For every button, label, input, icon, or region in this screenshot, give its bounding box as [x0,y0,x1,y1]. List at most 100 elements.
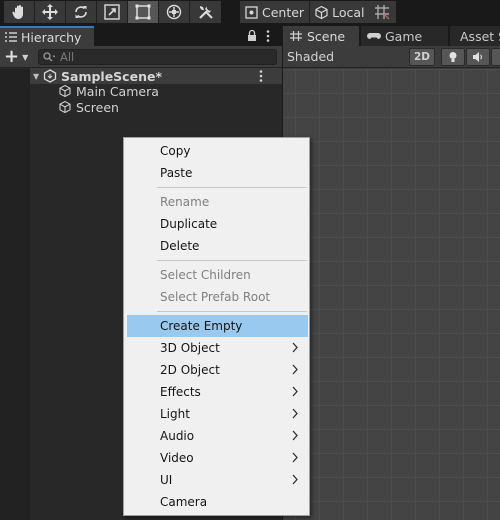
rotate-tool-button[interactable] [66,1,97,23]
draw-mode-dropdown[interactable]: Shaded [287,49,334,64]
pivot-mode-label: Center [262,4,305,20]
pivot-rotation-label: Local [332,4,365,20]
grid-snap-icon [374,5,389,20]
scene-panel: Scene Game Asset S Shaded 2D [282,25,500,520]
tools-icon [198,6,213,19]
transform-icon [166,4,182,20]
local-cube-icon [315,5,328,19]
submenu-arrow-icon [292,430,298,441]
lighting-toggle-button[interactable] [441,48,465,66]
scene-name: SampleScene* [61,68,162,84]
rotate-icon [75,6,87,18]
transform-tools-group [4,1,221,23]
menu-item-select-children: Select Children [127,264,308,286]
menu-item-label: Delete [160,239,200,253]
list-icon [5,32,17,42]
menu-item-label: 2D Object [160,363,220,377]
tab-scene[interactable]: Scene [283,26,360,46]
menu-item-label: UI [160,473,173,487]
pivot-group: Center Local [240,1,370,23]
menu-item-label: Rename [160,195,210,209]
scale-icon [104,4,120,20]
menu-item-audio[interactable]: Audio [127,425,308,447]
scene-options-icon[interactable] [254,69,268,83]
context-menu: Copy Paste Rename Duplicate Delete Selec… [123,137,310,516]
toggle-2d-button[interactable]: 2D [409,48,435,66]
submenu-arrow-icon [292,386,298,397]
submenu-arrow-icon [292,342,298,353]
hierarchy-tabbar: Hierarchy [0,25,282,46]
search-placeholder: All [60,50,75,64]
audio-toggle-button[interactable] [466,48,490,66]
search-input[interactable]: All [38,49,277,65]
custom-tools-button[interactable] [190,1,221,23]
hierarchy-item[interactable]: Screen [58,99,119,115]
main-toolbar: Center Local [0,0,500,25]
hierarchy-item-label: Main Camera [76,83,159,99]
menu-item-label: Create Empty [160,319,243,333]
hand-icon [12,5,23,19]
submenu-arrow-icon [292,364,298,375]
menu-separator [157,260,307,261]
scale-tool-button[interactable] [97,1,128,23]
menu-item-effects[interactable]: Effects [127,381,308,403]
scene-toolbar: Shaded 2D [283,46,500,68]
menu-item-label: Video [160,451,194,465]
hierarchy-toolbar: + ▼ All [0,46,282,68]
tab-game-label: Game [385,28,423,44]
pivot-center-icon [245,5,258,19]
hierarchy-item[interactable]: Main Camera [58,83,159,99]
menu-item-create-empty[interactable]: Create Empty [127,315,308,337]
toggle-2d-label: 2D [413,51,431,63]
menu-item-label: Select Children [160,268,251,282]
menu-item-paste[interactable]: Paste [127,162,308,184]
menu-item-rename: Rename [127,191,308,213]
pivot-mode-button[interactable]: Center [240,1,311,23]
pivot-rotation-button[interactable]: Local [310,1,370,23]
effects-toggle-button[interactable] [491,48,500,66]
menu-item-camera[interactable]: Camera [127,491,308,513]
submenu-arrow-icon [292,408,298,419]
menu-item-3d-object[interactable]: 3D Object [127,337,308,359]
menu-item-ui[interactable]: UI [127,469,308,491]
menu-item-copy[interactable]: Copy [127,140,308,162]
create-button[interactable]: + ▼ [4,48,32,66]
gameobject-cube-icon [59,100,71,114]
tab-asset-store[interactable]: Asset S [450,26,500,46]
foldout-expanded-icon[interactable]: ▼ [33,72,43,81]
grid-snap-button[interactable] [367,1,396,23]
hand-tool-button[interactable] [4,1,35,23]
speaker-icon [473,52,483,62]
menu-item-label: Effects [160,385,201,399]
gamepad-icon [367,33,381,39]
menu-item-delete[interactable]: Delete [127,235,308,257]
move-tool-button[interactable] [35,1,66,23]
hierarchy-item-label: Screen [76,99,119,115]
search-icon [43,52,55,62]
menu-item-label: Duplicate [160,217,218,231]
unity-scene-icon [43,69,57,83]
rect-tool-button[interactable] [128,1,159,23]
tab-asset-store-label: Asset S [460,28,500,44]
gameobject-cube-icon [59,84,71,98]
tab-hierarchy[interactable]: Hierarchy [0,26,94,46]
menu-item-label: Copy [160,144,191,158]
snap-group [367,1,396,23]
lightbulb-icon [449,52,457,62]
menu-item-2d-object[interactable]: 2D Object [127,359,308,381]
tab-hierarchy-label: Hierarchy [21,29,82,45]
menu-item-label: Audio [160,429,195,443]
menu-item-label: Select Prefab Root [160,290,271,304]
transform-tool-button[interactable] [159,1,190,23]
menu-item-light[interactable]: Light [127,403,308,425]
scene-viewport[interactable] [283,69,500,520]
scene-root-row[interactable]: ▼ SampleScene* [30,68,282,84]
tab-game[interactable]: Game [361,26,449,46]
menu-item-label: Paste [160,166,193,180]
menu-item-duplicate[interactable]: Duplicate [127,213,308,235]
lock-icon[interactable] [247,29,257,42]
menu-item-video[interactable]: Video [127,447,308,469]
menu-item-label: 3D Object [160,341,220,355]
tab-options-icon[interactable] [265,29,271,43]
submenu-arrow-icon [292,452,298,463]
